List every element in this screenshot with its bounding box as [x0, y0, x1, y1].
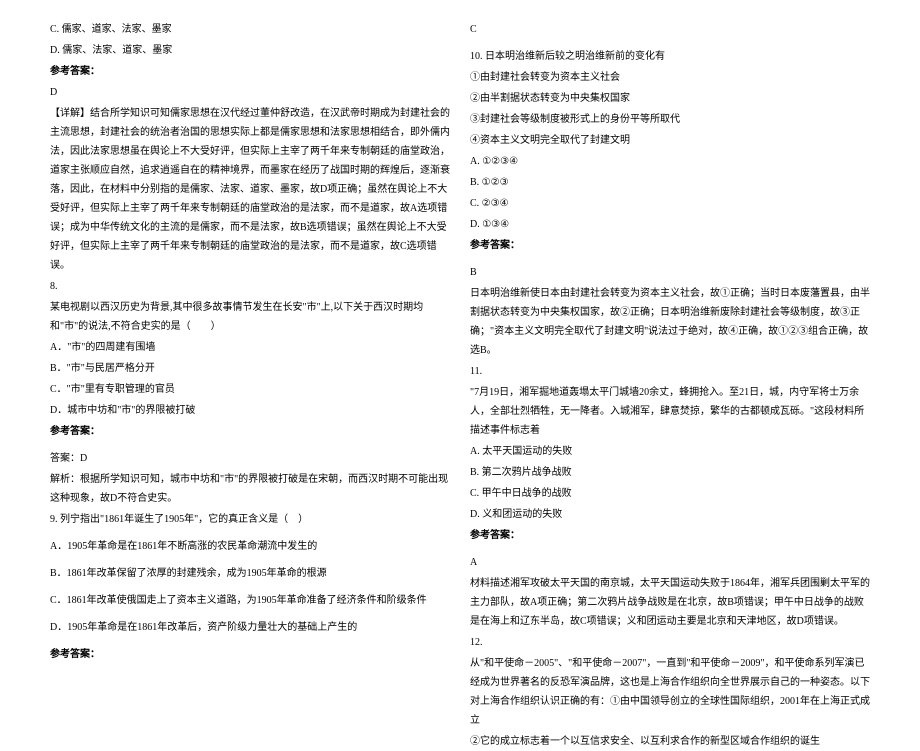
q8-number: 8.: [50, 277, 450, 296]
q10-text: 10. 日本明治维新后较之明治维新前的变化有: [470, 47, 870, 66]
q8-text: 某电视剧以西汉历史为背景,其中很多故事情节发生在长安"市"上,以下关于西汉时期均…: [50, 298, 450, 336]
explain-4: 日本明治维新使日本由封建社会转变为资本主义社会，故①正确；当时日本废藩置县，由半…: [470, 284, 870, 360]
q11-number: 11.: [470, 362, 870, 381]
explain-1: 【详解】结合所学知识可知儒家思想在汉代经过董仲舒改造，在汉武帝时期成为封建社会的…: [50, 104, 450, 275]
q10-stmt-2: ②由半割据状态转变为中央集权国家: [470, 89, 870, 108]
q12-stmt-2: ②它的成立标志着一个以互信求安全、以互利求合作的新型区域合作组织的诞生: [470, 732, 870, 751]
answer-label-2: 参考答案：: [50, 422, 450, 441]
answer-label-1: 参考答案：: [50, 62, 450, 81]
q9-opt-a: A．1905年革命是在1861年不断高涨的农民革命潮流中发生的: [50, 537, 450, 556]
q9-text: 9. 列宁指出"1861年诞生了1905年"，它的真正含义是（ ）: [50, 510, 450, 529]
q8-opt-d: D．城市中坊和"市"的界限被打破: [50, 401, 450, 420]
answer-label-3: 参考答案：: [50, 645, 450, 664]
answer-1: D: [50, 83, 450, 102]
q11-opt-d: D. 义和团运动的失败: [470, 505, 870, 524]
q10-stmt-3: ③封建社会等级制度被形式上的身份平等所取代: [470, 110, 870, 129]
q8-opt-c: C．"市"里有专职管理的官员: [50, 380, 450, 399]
q9-opt-b: B．1861年改革保留了浓厚的封建残余，成为1905年革命的根源: [50, 564, 450, 583]
answer-label-4: 参考答案：: [470, 236, 870, 255]
q10-opt-c: C. ②③④: [470, 194, 870, 213]
q11-opt-a: A. 太平天国运动的失败: [470, 442, 870, 461]
q10-opt-a: A. ①②③④: [470, 152, 870, 171]
answer-c: C: [470, 20, 870, 39]
answer-2-line1: 答案：D: [50, 449, 450, 468]
q10-stmt-4: ④资本主义文明完全取代了封建文明: [470, 131, 870, 150]
q12-number: 12.: [470, 633, 870, 652]
answer-4: B: [470, 263, 870, 282]
q12-text: 从"和平使命－2005"、"和平使命－2007"，一直到"和平使命－2009"，…: [470, 654, 870, 730]
q7-opt-c: C. 儒家、道家、法家、墨家: [50, 20, 450, 39]
q10-opt-b: B. ①②③: [470, 173, 870, 192]
q11-opt-c: C. 甲午中日战争的战败: [470, 484, 870, 503]
answer-5: A: [470, 553, 870, 572]
q9-opt-d: D．1905年革命是在1861年改革后，资产阶级力量壮大的基础上产生的: [50, 618, 450, 637]
q11-text: "7月19日，湘军掘地道轰塌太平门城墙20余丈，蜂拥抢入。至21日，城，内守军将…: [470, 383, 870, 440]
q9-opt-c: C．1861年改革使俄国走上了资本主义道路，为1905年革命准备了经济条件和阶级…: [50, 591, 450, 610]
q10-opt-d: D. ①③④: [470, 215, 870, 234]
q10-stmt-1: ①由封建社会转变为资本主义社会: [470, 68, 870, 87]
answer-label-5: 参考答案：: [470, 526, 870, 545]
q8-opt-b: B．"市"与民居严格分开: [50, 359, 450, 378]
q11-opt-b: B. 第二次鸦片战争战败: [470, 463, 870, 482]
q7-opt-d: D. 儒家、法家、道家、墨家: [50, 41, 450, 60]
explain-5: 材料描述湘军攻破太平天国的南京城，太平天国运动失败于1864年，湘军兵团围剿太平…: [470, 574, 870, 631]
q8-opt-a: A．"市"的四周建有围墙: [50, 338, 450, 357]
answer-2-line2: 解析：根据所学知识可知，城市中坊和"市"的界限被打破是在宋朝，而西汉时期不可能出…: [50, 470, 450, 508]
